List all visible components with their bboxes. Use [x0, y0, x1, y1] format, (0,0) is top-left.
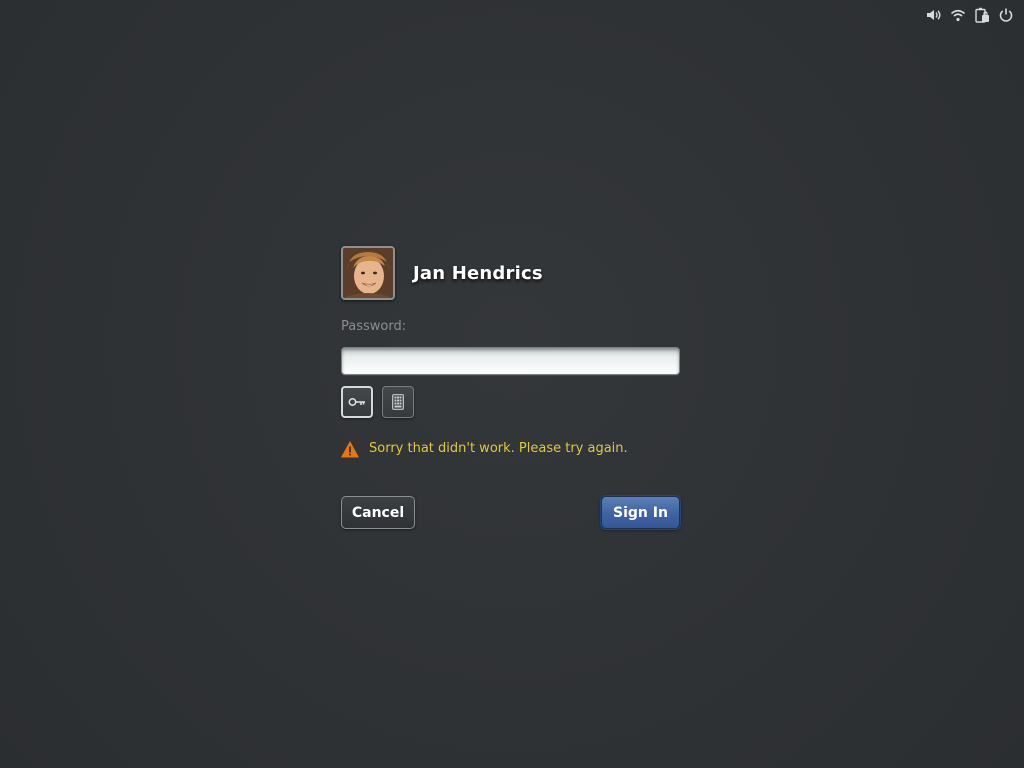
- password-label: Password:: [341, 319, 407, 334]
- auth-method-buttons: [341, 386, 680, 418]
- login-screen: Jan Hendrics Password: Sorry that didn't…: [0, 0, 1024, 768]
- volume-icon[interactable]: [926, 6, 942, 24]
- power-icon[interactable]: [998, 6, 1014, 24]
- system-status-area: [926, 6, 1014, 24]
- user-avatar: [341, 246, 395, 300]
- password-auth-button[interactable]: [341, 386, 373, 418]
- login-panel: Jan Hendrics Password: Sorry that didn't…: [341, 246, 680, 529]
- error-message: Sorry that didn't work. Please try again…: [369, 441, 628, 456]
- password-field[interactable]: [341, 347, 680, 375]
- action-buttons: Cancel Sign In: [341, 496, 680, 529]
- sign-in-button[interactable]: Sign In: [601, 496, 680, 529]
- smartcard-icon: [392, 394, 404, 410]
- cancel-button[interactable]: Cancel: [341, 496, 415, 529]
- key-icon: [348, 397, 366, 407]
- battery-icon[interactable]: [974, 6, 990, 24]
- wifi-icon[interactable]: [950, 6, 966, 24]
- error-message-row: Sorry that didn't work. Please try again…: [341, 440, 680, 458]
- user-name: Jan Hendrics: [413, 262, 543, 284]
- user-row: Jan Hendrics: [341, 246, 680, 300]
- smartcard-auth-button[interactable]: [382, 386, 414, 418]
- warning-icon: [341, 441, 359, 458]
